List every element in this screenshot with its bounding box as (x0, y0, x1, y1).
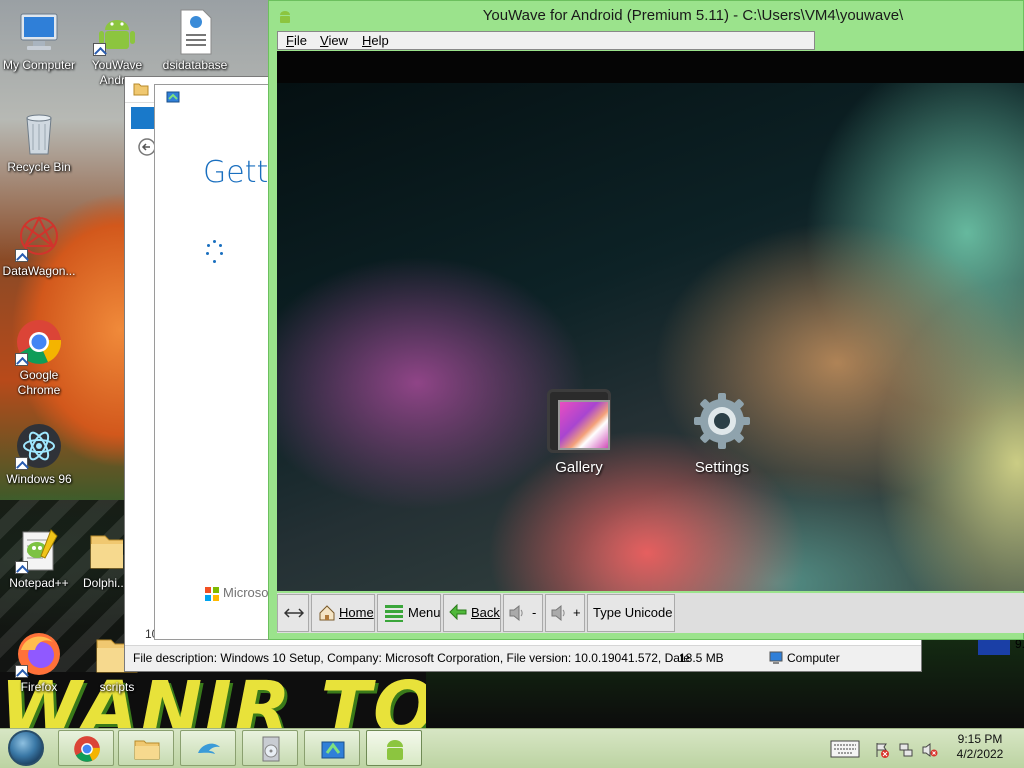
network-icon[interactable] (898, 742, 914, 758)
gallery-icon (547, 389, 611, 453)
youwave-nav-bar: Home Menu Back - + Type Unicode (277, 593, 1024, 633)
start-button[interactable] (6, 730, 46, 766)
desktop-icon-label: dsidatabase (162, 58, 228, 72)
android-status-bar (277, 51, 1024, 83)
computer-icon (15, 8, 63, 56)
datawagon-icon (15, 214, 63, 262)
clock-date: 4/2/2022 (956, 747, 1004, 761)
taskbar-dolphin[interactable] (180, 730, 236, 766)
shortcut-arrow-icon (15, 457, 28, 470)
desktop-icon-windows-96[interactable]: Windows 96 (0, 422, 79, 487)
taskbar-youwave[interactable] (366, 730, 422, 766)
loading-spinner-icon (205, 240, 225, 266)
speaker-icon (551, 604, 565, 622)
desktop-icon-dolphin[interactable]: Dolphi... (73, 526, 123, 591)
windows-setup-window[interactable]: Getti Microsof (154, 84, 277, 640)
chrome-icon (15, 318, 63, 366)
firefox-icon (15, 630, 63, 678)
atom-icon (15, 422, 63, 470)
app-label: Gallery (555, 459, 603, 476)
desktop-icon-notepad-plus-plus[interactable]: Notepad++ (0, 526, 79, 591)
notepad-plus-plus-icon (15, 526, 63, 574)
desktop-icon-label: DataWagon... (2, 264, 76, 278)
setup-disc-icon (262, 736, 280, 762)
menu-button[interactable]: Menu (377, 594, 441, 632)
explorer-statusbar: File description: Windows 10 Setup, Comp… (125, 645, 921, 671)
status-location: Computer (769, 646, 840, 670)
type-unicode-button[interactable]: Type Unicode (587, 594, 675, 632)
keyboard-icon[interactable] (830, 740, 860, 758)
microsoft-brand-label: Microsof (223, 585, 273, 600)
taskbar-clock[interactable]: 9:15 PM 4/2/2022 (952, 732, 1008, 762)
android-screen[interactable]: Gallery Settings (277, 51, 1024, 591)
setup-icon (321, 741, 345, 759)
microsoft-logo-icon (205, 587, 219, 601)
desktop-icon-datawagon[interactable]: DataWagon... (0, 214, 79, 279)
desktop-icon-firefox[interactable]: Firefox (0, 630, 79, 695)
taskbar-setup-disc[interactable] (242, 730, 298, 766)
folder-icon (134, 740, 160, 760)
android-wallpaper (277, 83, 1024, 591)
menu-list-icon (385, 605, 403, 622)
recycle-bin-icon (15, 110, 63, 158)
home-icon (319, 605, 335, 621)
desktop-icon-label: Windows 96 (6, 472, 72, 486)
taskbar-windows-setup[interactable] (304, 730, 360, 766)
action-center-flag-icon[interactable] (874, 742, 890, 758)
desktop-icon-label: scripts (99, 680, 135, 694)
speaker-icon (509, 604, 523, 622)
clock-time: 9:15 PM (957, 732, 1003, 746)
youwave-window[interactable]: YouWave for Android (Premium 5.11) - C:\… (268, 0, 1024, 640)
desktop-icon-label: Firefox (20, 680, 58, 694)
menu-help[interactable]: Help (362, 33, 389, 48)
back-button[interactable]: Back (443, 594, 501, 632)
computer-icon (769, 651, 783, 664)
taskbar-chrome[interactable] (58, 730, 114, 766)
double-arrow-icon (284, 608, 304, 618)
status-file-description: File description: Windows 10 Setup, Comp… (133, 651, 690, 665)
android-icon (387, 740, 403, 760)
desktop-icon-google-chrome[interactable]: Google Chrome (0, 318, 79, 398)
desktop-icon-label: Notepad++ (9, 576, 69, 590)
volume-down-button[interactable]: - (503, 594, 543, 632)
desktop-icon-label: My Computer (2, 58, 76, 72)
chrome-icon (74, 736, 100, 762)
desktop-icon-label: Google Chrome (17, 368, 61, 397)
volume-muted-icon[interactable] (922, 742, 938, 758)
desktop-icon-label: Dolphi... (83, 576, 123, 590)
desktop-icon-recycle-bin[interactable]: Recycle Bin (0, 110, 79, 175)
youwave-title: YouWave for Android (Premium 5.11) - C:\… (482, 7, 904, 24)
shortcut-arrow-icon (15, 561, 28, 574)
shortcut-arrow-icon (15, 353, 28, 366)
desktop-icon-my-computer[interactable]: My Computer (0, 8, 79, 73)
setup-heading: Getti (203, 155, 277, 190)
folder-icon (133, 83, 149, 96)
status-file-size: 18.5 MB (679, 651, 724, 665)
setup-icon (166, 91, 180, 103)
app-label: Settings (694, 459, 750, 476)
volume-up-button[interactable]: + (545, 594, 585, 632)
dolphin-icon (198, 743, 220, 754)
desktop-icon-dsidatabase[interactable]: dsidatabase (155, 8, 235, 73)
folder-icon (87, 526, 123, 574)
settings-gear-icon (690, 389, 754, 453)
menu-view[interactable]: View (320, 33, 348, 48)
home-button[interactable]: Home (311, 594, 375, 632)
menu-file[interactable]: File (286, 33, 307, 48)
app-settings[interactable]: Settings (667, 389, 777, 476)
youwave-menubar: File View Help (277, 31, 815, 50)
shortcut-arrow-icon (93, 43, 106, 56)
rotate-button[interactable] (277, 594, 309, 632)
android-icon (93, 8, 141, 56)
shortcut-arrow-icon (15, 249, 28, 262)
app-gallery[interactable]: Gallery (524, 389, 634, 476)
taskbar-file-explorer[interactable] (118, 730, 174, 766)
back-arrow-icon (449, 604, 467, 620)
desktop-icon-label: Recycle Bin (7, 160, 71, 174)
start-orb-icon (8, 730, 44, 766)
html-document-icon (171, 8, 219, 56)
shortcut-arrow-icon (15, 665, 28, 678)
